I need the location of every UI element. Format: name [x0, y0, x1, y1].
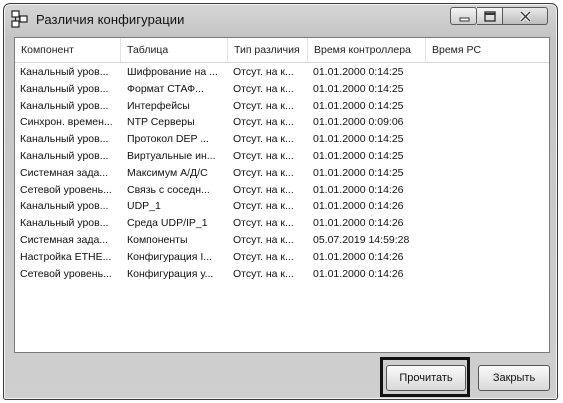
cell-diff-type: Отсут. на к...	[233, 233, 294, 246]
table-row[interactable]: Синхрон. времен... NTP Серверы Отсут. на к…	[15, 114, 549, 131]
cell-component: Системная зада...	[20, 233, 109, 246]
cell-controller-time: 01.01.2000 0:14:25	[313, 166, 404, 179]
table-header: Компонент Таблица Тип различия Время кон…	[15, 38, 549, 63]
table-row[interactable]: Системная зада... Компоненты Отсут. на к..…	[15, 232, 549, 249]
cell-table: NTP Серверы	[127, 116, 195, 129]
network-config-icon	[11, 10, 28, 28]
table-row[interactable]: Канальный уров... Среда UDP/IP_1 Отсут. на…	[15, 215, 549, 232]
cell-component: Сетевой уровень...	[20, 183, 112, 196]
cell-pc-time	[431, 249, 546, 266]
cell-controller-time: 01.01.2000 0:14:26	[313, 217, 404, 230]
cell-pc-time	[431, 182, 546, 199]
cell-controller-time: 01.01.2000 0:14:25	[313, 82, 404, 95]
cell-diff-type: Отсут. на к...	[233, 82, 294, 95]
table-row[interactable]: Сетевой уровень... Конфигурация у... Отсут…	[15, 266, 549, 283]
table-row[interactable]: Канальный уров... Протокол DEP ... Отсут. …	[15, 131, 549, 148]
cell-diff-type: Отсут. на к...	[233, 183, 294, 196]
cell-component: Синхрон. времен...	[20, 116, 113, 129]
cell-table: Формат СТАФ...	[127, 82, 204, 95]
cell-table: Связь с соседн...	[127, 183, 210, 196]
table-row[interactable]: Канальный уров... UDP_1 Отсут. на к... 01.0…	[15, 198, 549, 215]
cell-table: Конфигурация у...	[127, 267, 214, 280]
cell-diff-type: Отсут. на к...	[233, 166, 294, 179]
column-header-controller-time[interactable]: Время контроллера	[308, 38, 426, 62]
cell-component: Канальный уров...	[20, 133, 109, 146]
cell-pc-time	[431, 198, 546, 215]
cell-component: Системная зада...	[20, 166, 109, 179]
cell-table: Интерфейсы	[127, 99, 190, 112]
table-row[interactable]: Настройка ETHE... Конфигурация I... Отсут.…	[15, 249, 549, 266]
window-title: Различия конфигурации	[36, 12, 185, 27]
cell-controller-time: 01.01.2000 0:14:26	[313, 183, 404, 196]
cell-controller-time: 01.01.2000 0:14:25	[313, 149, 404, 162]
cell-component: Канальный уров...	[20, 99, 109, 112]
cell-controller-time: 01.01.2000 0:14:26	[313, 200, 404, 213]
cell-diff-type: Отсут. на к...	[233, 149, 294, 162]
table-row[interactable]: Канальный уров... Интерфейсы Отсут. на к..…	[15, 98, 549, 115]
cell-table: Протокол DEP ...	[127, 133, 209, 146]
cell-controller-time: 01.01.2000 0:14:26	[313, 267, 404, 280]
cell-pc-time	[431, 215, 546, 232]
cell-pc-time	[431, 165, 546, 182]
cell-component: Канальный уров...	[20, 149, 109, 162]
cell-controller-time: 01.01.2000 0:14:26	[313, 250, 404, 263]
cell-diff-type: Отсут. на к...	[233, 250, 294, 263]
cell-table: UDP_1	[127, 200, 161, 213]
config-diff-window: Различия конфигурации Компонент Таблица …	[3, 3, 558, 400]
cell-table: Компоненты	[127, 233, 188, 246]
cell-controller-time: 01.01.2000 0:14:25	[313, 66, 404, 78]
cell-component: Канальный уров...	[20, 66, 109, 78]
cell-table: Виртуальные ин...	[127, 149, 216, 162]
column-header-component[interactable]: Компонент	[15, 38, 121, 62]
cell-pc-time	[431, 232, 546, 249]
table-row[interactable]: Канальный уров... Формат СТАФ... Отсут. на…	[15, 81, 549, 98]
title-bar[interactable]: Различия конфигурации	[4, 4, 557, 34]
column-header-diff-type[interactable]: Тип различия	[228, 38, 308, 62]
cell-diff-type: Отсут. на к...	[233, 66, 294, 78]
cell-diff-type: Отсут. на к...	[233, 200, 294, 213]
minimize-icon	[459, 17, 470, 22]
minimize-button[interactable]	[450, 7, 477, 25]
cell-controller-time: 01.01.2000 0:09:06	[313, 116, 404, 129]
table-row[interactable]: Системная зада... Максимум А/Д/С Отсут. на…	[15, 165, 549, 182]
cell-component: Сетевой уровень...	[20, 267, 112, 280]
table-row[interactable]: Канальный уров... Шифрование на ... Отсут.…	[15, 64, 549, 81]
cell-component: Канальный уров...	[20, 200, 109, 213]
cell-table: Шифрование на ...	[127, 66, 218, 78]
table-row[interactable]: Канальный уров... Виртуальные ин... Отсут.…	[15, 148, 549, 165]
column-header-pc-time[interactable]: Время PC	[426, 38, 549, 62]
cell-table: Среда UDP/IP_1	[127, 217, 208, 230]
cell-pc-time	[431, 98, 546, 115]
cell-pc-time	[431, 64, 546, 81]
cell-controller-time: 05.07.2019 14:59:28	[313, 233, 410, 246]
cell-component: Канальный уров...	[20, 217, 109, 230]
cell-diff-type: Отсут. на к...	[233, 99, 294, 112]
column-header-table[interactable]: Таблица	[121, 38, 228, 62]
cell-component: Канальный уров...	[20, 82, 109, 95]
cell-diff-type: Отсут. на к...	[233, 133, 294, 146]
cell-diff-type: Отсут. на к...	[233, 116, 294, 129]
close-button[interactable]: Закрыть	[478, 365, 550, 391]
cell-pc-time	[431, 114, 546, 131]
table-row[interactable]: Сетевой уровень... Связь с соседн... Отсут…	[15, 182, 549, 199]
cell-table: Конфигурация I...	[127, 250, 213, 263]
cell-controller-time: 01.01.2000 0:14:25	[313, 133, 404, 146]
close-icon	[519, 10, 532, 23]
maximize-button[interactable]	[477, 7, 503, 25]
cell-pc-time	[431, 81, 546, 98]
cell-component: Настройка ETHE...	[20, 250, 112, 263]
differences-table[interactable]: Компонент Таблица Тип различия Время кон…	[14, 37, 550, 353]
cell-diff-type: Отсут. на к...	[233, 267, 294, 280]
cell-diff-type: Отсут. на к...	[233, 217, 294, 230]
maximize-icon	[484, 11, 496, 22]
cell-pc-time	[431, 131, 546, 148]
cell-pc-time	[431, 148, 546, 165]
close-window-button[interactable]	[503, 7, 548, 25]
cell-table: Максимум А/Д/С	[127, 166, 208, 179]
cell-pc-time	[431, 266, 546, 283]
read-button[interactable]: Прочитать	[386, 365, 466, 391]
table-body: Канальный уров... Шифрование на ... Отсут.…	[15, 64, 549, 282]
cell-controller-time: 01.01.2000 0:14:25	[313, 99, 404, 112]
